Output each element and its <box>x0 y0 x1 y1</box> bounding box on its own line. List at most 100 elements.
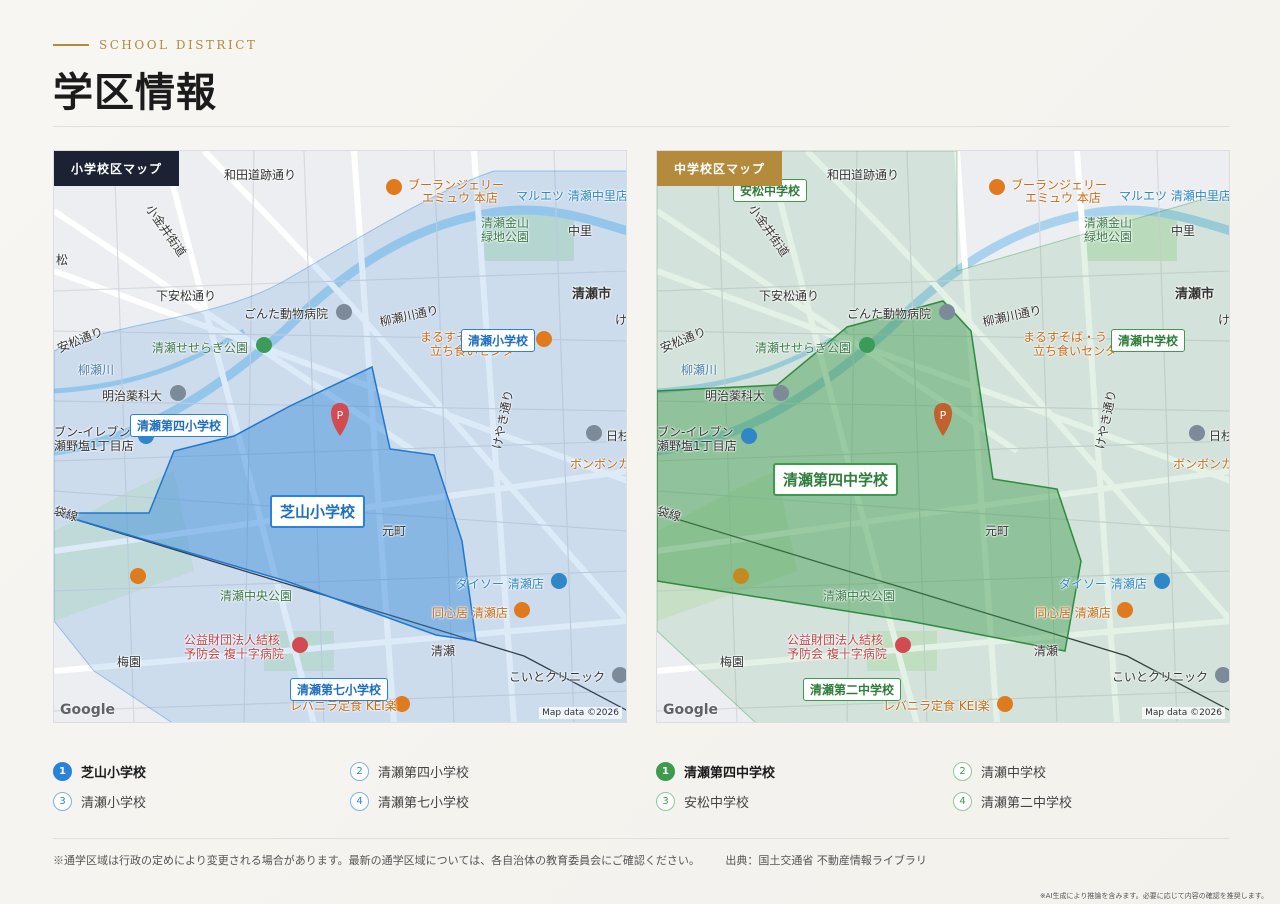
legend-item[interactable]: 1 芝山小学校 <box>53 761 350 781</box>
map-label-gonta: ごんた動物病院 <box>847 307 932 321</box>
legend-label: 清瀬小学校 <box>81 795 147 811</box>
eyebrow-text: SCHOOL DISTRICT <box>99 38 258 52</box>
legend-label: 清瀬中学校 <box>981 765 1047 781</box>
map-label-kanayama2: 緑地公園 <box>1084 230 1133 244</box>
map-label-doshinkyo: 同心居 清瀬店 <box>432 606 508 620</box>
legend-elementary: 1 芝山小学校 2 清瀬第四小学校 3 清瀬小学校 4 清瀬第七小学校 <box>53 761 627 811</box>
map-label-river: 柳瀬川 <box>681 363 718 377</box>
legend-item[interactable]: 3 清瀬小学校 <box>53 791 350 811</box>
legend-label: 清瀬第七小学校 <box>378 795 470 811</box>
legend-item[interactable]: 4 清瀬第二中学校 <box>953 791 1230 811</box>
school-badge-kiyose-jh[interactable]: 清瀬中学校 <box>1111 329 1186 352</box>
pin-p: P <box>940 409 947 422</box>
legend-item[interactable]: 1 清瀬第四中学校 <box>656 761 953 781</box>
map-label-motomachi: 元町 <box>382 524 407 538</box>
map-label-koito: こいとクリニック <box>1112 670 1209 684</box>
google-logo: Google <box>663 702 719 718</box>
legend-label: 清瀬第二中学校 <box>981 795 1073 811</box>
map-label-marusu2: 立ち食いセンタ <box>1033 344 1118 358</box>
map-label-hospital2: 予防会 複十字病院 <box>184 647 284 661</box>
map-label-ge: け <box>1218 313 1230 327</box>
map-label-kanayama2: 緑地公園 <box>481 230 530 244</box>
map-label-station: 清瀬 <box>431 644 456 658</box>
legend-number: 1 <box>53 761 72 781</box>
legend-label: 芝山小学校 <box>81 765 147 781</box>
legend-number: 3 <box>656 791 675 811</box>
map-label-koito: こいとクリニック <box>509 670 606 684</box>
map-label-gonta: ごんた動物病院 <box>244 307 329 321</box>
map-label-kiyose-city: 清瀬市 <box>572 287 612 302</box>
map-label-bonbon: ボンボンカ <box>1173 457 1230 471</box>
map-label-central-park: 清瀬中央公園 <box>220 589 293 603</box>
school-badge-kiyose2-jh[interactable]: 清瀬第二中学校 <box>803 678 902 701</box>
school-badge-kiyose4-jh[interactable]: 清瀬第四中学校 <box>773 463 899 496</box>
legend-label: 安松中学校 <box>684 795 750 811</box>
map-label-station: 清瀬 <box>1034 644 1059 658</box>
source-text: 出典：国土交通省 不動産情報ライブラリ <box>725 854 927 867</box>
map-label-seseragi: 清瀬せせらぎ公園 <box>755 341 852 355</box>
legend-number: 4 <box>350 791 369 811</box>
legend-number: 2 <box>953 761 972 781</box>
map-label-shimoyasumatsu: 下安松通り <box>156 289 217 303</box>
map-tag-junior-high: 中学校区マップ <box>657 151 783 186</box>
map-label-wada: 和田道跡通り <box>827 168 900 182</box>
map-label-boulangerie2: エミュウ 本店 <box>1025 191 1101 205</box>
map-label-umezono: 梅園 <box>117 655 142 669</box>
ai-disclaimer: ※AI生成により推論を含みます。必要に応じて内容の確認を推奨します。 <box>1039 892 1268 900</box>
school-badge-kiyose-elem[interactable]: 清瀬小学校 <box>461 329 536 352</box>
map-label-hospital2: 予防会 複十字病院 <box>787 647 887 661</box>
map-label-river: 柳瀬川 <box>78 363 115 377</box>
map-tag-elementary: 小学校区マップ <box>54 151 180 186</box>
footnote: ※通学区域は行政の定めにより変更される場合があります。最新の通学区域については、… <box>53 852 927 868</box>
legend-number: 4 <box>953 791 972 811</box>
legend-item[interactable]: 4 清瀬第七小学校 <box>350 791 627 811</box>
map-label-umezono: 梅園 <box>720 655 745 669</box>
school-badge-shibayama[interactable]: 芝山小学校 <box>270 495 366 528</box>
map-label-nichi: 日杉 <box>1209 429 1229 443</box>
legend-item[interactable]: 3 安松中学校 <box>656 791 953 811</box>
legend-number: 2 <box>350 761 369 781</box>
map-label-daiso: ダイソー 清瀬店 <box>456 577 544 591</box>
map-label-meiji: 明治薬科大 <box>102 389 163 403</box>
map-label-doshinkyo: 同心居 清瀬店 <box>1035 606 1111 620</box>
google-logo: Google <box>60 702 116 718</box>
school-badge-kiyose7-elem[interactable]: 清瀬第七小学校 <box>290 678 389 701</box>
map-label-seven2: 瀬野塩1丁目店 <box>657 439 737 453</box>
legend-label: 清瀬第四中学校 <box>684 765 776 781</box>
legend-item[interactable]: 2 清瀬第四小学校 <box>350 761 627 781</box>
map-label-meiji: 明治薬科大 <box>705 389 766 403</box>
legend-item[interactable]: 2 清瀬中学校 <box>953 761 1230 781</box>
map-attribution: Map data ©2026 <box>1142 707 1225 719</box>
map-label-bonbon: ボンボンカ <box>570 457 627 471</box>
map-attribution: Map data ©2026 <box>539 707 622 719</box>
map-base-junior-high: P <box>657 151 1229 722</box>
elementary-district-map[interactable]: P 小学校区マップ 和田道跡通り 小金井街道 下安松通り 安松通り 松 ごんた動… <box>53 150 627 723</box>
divider-top <box>53 126 1230 127</box>
school-badge-kiyose4-elem[interactable]: 清瀬第四小学校 <box>130 414 229 437</box>
legend-number: 3 <box>53 791 72 811</box>
map-label-ge: け <box>615 313 627 327</box>
map-label-kiyose-city: 清瀬市 <box>1175 287 1215 302</box>
map-label-nakazato: 中里 <box>1171 224 1196 238</box>
map-label-maruetsu: マルエツ 清瀬中里店 <box>1119 189 1230 203</box>
map-label-maruetsu: マルエツ 清瀬中里店 <box>516 189 627 203</box>
map-label-boulangerie2: エミュウ 本店 <box>422 191 498 205</box>
map-label-matsu: 松 <box>56 253 69 267</box>
map-label-seven2: 瀬野塩1丁目店 <box>54 439 134 453</box>
map-label-nakazato: 中里 <box>568 224 593 238</box>
map-label-shimoyasumatsu: 下安松通り <box>759 289 820 303</box>
divider-bottom <box>53 838 1230 839</box>
map-label-daiso: ダイソー 清瀬店 <box>1059 577 1147 591</box>
map-base-elementary: P <box>54 151 626 722</box>
legend-number: 1 <box>656 761 675 781</box>
map-label-wada: 和田道跡通り <box>224 168 297 182</box>
footnote-text: ※通学区域は行政の定めにより変更される場合があります。最新の通学区域については、… <box>53 854 700 867</box>
legend-junior-high: 1 清瀬第四中学校 2 清瀬中学校 3 安松中学校 4 清瀬第二中学校 <box>656 761 1230 811</box>
map-label-central-park: 清瀬中央公園 <box>823 589 896 603</box>
map-label-nichi: 日杉 <box>606 429 626 443</box>
eyebrow: SCHOOL DISTRICT <box>53 38 257 52</box>
pin-p: P <box>337 409 344 422</box>
map-label-seseragi: 清瀬せせらぎ公園 <box>152 341 249 355</box>
eyebrow-line <box>53 44 89 46</box>
junior-high-district-map[interactable]: P 中学校区マップ 和田道跡通り 小金井街道 下安松通り 安松通り ごんた動物病… <box>656 150 1230 723</box>
